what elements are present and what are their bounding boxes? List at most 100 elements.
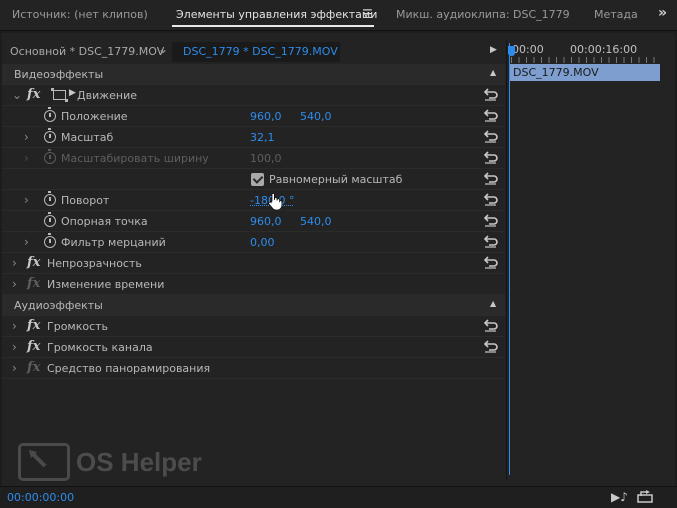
tab-metadata[interactable]: Метада <box>594 8 638 21</box>
fx-icon: fx <box>27 360 41 375</box>
export-icon[interactable] <box>637 490 653 503</box>
param-position: Положение 960,0 540,0 <box>2 106 505 127</box>
reset-icon[interactable] <box>483 129 499 143</box>
effect-label: Непрозрачность <box>47 257 142 270</box>
effect-label: Средство панорамирования <box>47 362 211 375</box>
section-audio-effects: Аудиоэффекты ▲ <box>2 295 505 316</box>
effect-controls-panel: Основной * DSC_1779.MOV ⌄ DSC_1779 * DSC… <box>2 33 675 508</box>
scale-value[interactable]: 32,1 <box>250 131 275 144</box>
chevron-right-icon[interactable]: › <box>24 193 29 207</box>
chevron-right-icon[interactable]: › <box>12 340 17 354</box>
timeline-end-time: 00:00:16:00 <box>570 43 638 56</box>
ruler-ticks <box>511 57 661 63</box>
effect-panner[interactable]: › fx Средство панорамирования <box>2 358 505 379</box>
param-label: Положение <box>61 110 128 123</box>
effect-label: Громкость <box>47 320 109 333</box>
active-tab-indicator <box>172 25 374 27</box>
param-scale: › Масштаб 32,1 <box>2 127 505 148</box>
play-icon: ▶ <box>69 88 76 98</box>
param-scale-width: › Масштабировать ширину 100,0 <box>2 148 505 169</box>
fx-icon[interactable]: fx <box>27 87 40 102</box>
master-clip-label[interactable]: Основной * DSC_1779.MOV <box>10 45 164 58</box>
reset-icon[interactable] <box>483 339 499 353</box>
reset-icon[interactable] <box>483 192 499 206</box>
stopwatch-icon[interactable] <box>44 107 56 122</box>
reset-icon[interactable] <box>483 255 499 269</box>
anchor-x-value[interactable]: 960,0 <box>250 215 282 228</box>
fx-icon[interactable]: fx <box>27 255 40 270</box>
panel-tab-bar: Источник: (нет клипов) Элементы управлен… <box>0 0 677 31</box>
effect-label: Громкость канала <box>47 341 153 354</box>
fx-icon: fx <box>27 276 41 291</box>
hamburger-icon[interactable]: ☰ <box>362 7 373 21</box>
param-label: Поворот <box>61 194 110 207</box>
reset-icon[interactable] <box>483 171 499 185</box>
collapse-up-icon[interactable]: ▲ <box>490 299 496 308</box>
watermark-text: OS Helper <box>76 447 202 477</box>
reset-icon[interactable] <box>483 150 499 164</box>
hand-cursor-icon <box>268 192 283 212</box>
watermark-logo-icon <box>18 443 70 481</box>
stopwatch-icon[interactable] <box>44 191 56 206</box>
effects-list: Видеоэффекты ▲ ⌄ fx ▶ Движение Положение… <box>2 64 505 379</box>
chevron-down-icon[interactable]: ⌄ <box>12 88 22 102</box>
chevron-right-icon[interactable]: › <box>24 130 29 144</box>
show-timeline-toggle-icon[interactable]: ▶ <box>490 45 497 55</box>
reset-icon[interactable] <box>483 108 499 122</box>
section-title: Видеоэффекты <box>14 68 104 81</box>
stopwatch-icon <box>44 149 56 164</box>
param-uniform-scale: Равномерный масштаб <box>2 169 505 190</box>
position-x-value[interactable]: 960,0 <box>250 110 282 123</box>
chevron-right-icon[interactable]: › <box>12 277 17 291</box>
sequence-clip-label[interactable]: DSC_1779 * DSC_1779.MOV <box>183 45 338 58</box>
status-bar: 00:00:00:00 ▶♪ <box>0 486 677 508</box>
timeline-clip[interactable]: DSC_1779.MOV <box>509 64 660 81</box>
param-label: Масштаб <box>61 131 114 144</box>
stopwatch-icon[interactable] <box>44 233 56 248</box>
tab-source[interactable]: Источник: (нет клипов) <box>12 8 148 21</box>
effect-volume[interactable]: › fx Громкость <box>2 316 505 337</box>
effect-time-remapping[interactable]: › fx Изменение времени <box>2 274 505 295</box>
stopwatch-icon[interactable] <box>44 212 56 227</box>
param-label: Опорная точка <box>61 215 148 228</box>
transform-box-icon[interactable] <box>51 88 68 102</box>
chevron-right-icon[interactable]: › <box>12 361 17 375</box>
effect-opacity[interactable]: › fx Непрозрачность <box>2 253 505 274</box>
flicker-value[interactable]: 0,00 <box>250 236 275 249</box>
double-chevron-right-icon[interactable]: » <box>658 5 667 21</box>
uniform-scale-checkbox[interactable] <box>251 173 264 186</box>
timeline-start-time: 00:00 <box>512 43 544 56</box>
time-ruler[interactable]: 00:00 00:00:16:00 <box>507 40 676 63</box>
effect-motion[interactable]: ⌄ fx ▶ Движение <box>2 85 505 106</box>
chevron-right-icon[interactable]: › <box>12 319 17 333</box>
current-timecode[interactable]: 00:00:00:00 <box>7 491 74 504</box>
stopwatch-icon[interactable] <box>44 128 56 143</box>
playhead[interactable] <box>508 43 515 475</box>
chevron-down-icon[interactable]: ⌄ <box>158 42 168 56</box>
clip-selector-bar: Основной * DSC_1779.MOV ⌄ DSC_1779 * DSC… <box>2 42 505 62</box>
param-label: Фильтр мерцаний <box>61 236 166 249</box>
collapse-up-icon[interactable]: ▲ <box>490 68 496 77</box>
param-rotation: › Поворот -180,0 ° <box>2 190 505 211</box>
fx-icon[interactable]: fx <box>27 318 40 333</box>
reset-icon[interactable] <box>483 213 499 227</box>
playhead-handle-icon[interactable] <box>508 46 515 56</box>
chevron-right-icon[interactable]: › <box>24 235 29 249</box>
checkbox-label: Равномерный масштаб <box>269 173 403 186</box>
effect-channel-volume[interactable]: › fx Громкость канала <box>2 337 505 358</box>
section-video-effects: Видеоэффекты ▲ <box>2 64 505 85</box>
param-flicker-filter: › Фильтр мерцаний 0,00 <box>2 232 505 253</box>
tab-effect-controls[interactable]: Элементы управления эффектами <box>176 8 377 21</box>
param-anchor-point: Опорная точка 960,0 540,0 <box>2 211 505 232</box>
play-audio-icon[interactable]: ▶♪ <box>611 490 628 504</box>
effect-label: Изменение времени <box>47 278 165 291</box>
position-y-value[interactable]: 540,0 <box>300 110 332 123</box>
fx-icon[interactable]: fx <box>27 339 40 354</box>
tab-audio-clip-mixer[interactable]: Микш. аудиоклипа: DSC_1779 <box>396 8 570 21</box>
reset-icon[interactable] <box>483 234 499 248</box>
reset-icon[interactable] <box>483 87 499 101</box>
effect-timeline[interactable]: 00:00 00:00:16:00 DSC_1779.MOV <box>506 40 675 480</box>
reset-icon[interactable] <box>483 318 499 332</box>
chevron-right-icon[interactable]: › <box>12 256 17 270</box>
anchor-y-value[interactable]: 540,0 <box>300 215 332 228</box>
